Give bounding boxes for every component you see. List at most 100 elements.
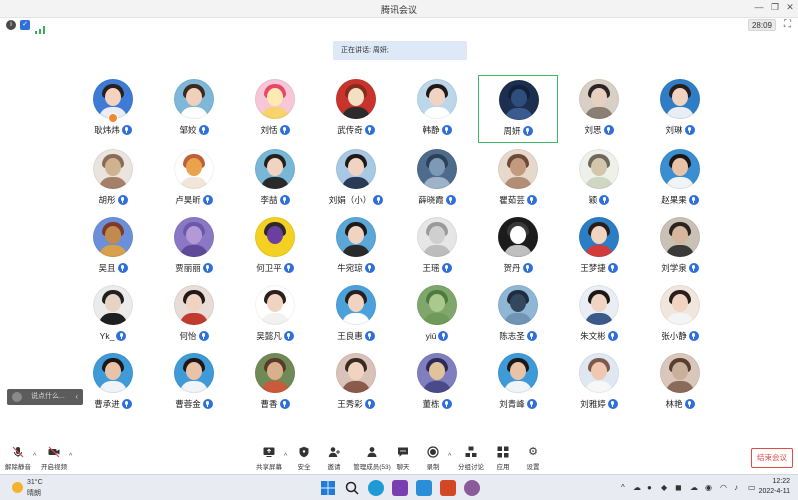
participant-tile[interactable]: 陈志圣 xyxy=(478,281,558,349)
tray-app3-icon[interactable]: ◼ xyxy=(675,483,682,492)
participant-tile[interactable]: 吴且 xyxy=(73,213,153,281)
participant-name-row: 吴懿凡 xyxy=(235,329,315,341)
participant-tile[interactable]: 贺丹 xyxy=(478,213,558,281)
tray-mic-icon[interactable]: ● xyxy=(647,483,652,492)
participant-tile[interactable]: 薛晓霞 xyxy=(397,145,477,213)
participant-name-row: 陈志圣 xyxy=(478,329,558,341)
microphone-icon xyxy=(117,194,128,205)
tencent-meeting-icon[interactable] xyxy=(416,480,432,496)
participant-name-row: 吴且 xyxy=(73,261,153,273)
participant-name: 吴懿凡 xyxy=(256,330,282,341)
participant-tile[interactable]: 曹承进 xyxy=(73,349,153,417)
chat-icon xyxy=(397,446,409,458)
participant-tile[interactable]: 何卫平 xyxy=(235,213,315,281)
participant-tile[interactable]: 牛宛琼 xyxy=(316,213,396,281)
chat-input[interactable]: 说点什么... ‹ xyxy=(7,389,83,405)
tray-app4-icon[interactable]: ☁ xyxy=(690,483,698,492)
avatar xyxy=(174,285,214,325)
participant-tile[interactable]: 韩静 xyxy=(397,75,477,143)
windows-start-icon[interactable] xyxy=(320,480,336,496)
participant-tile[interactable]: 刘学泉 xyxy=(640,213,720,281)
participant-tile[interactable]: 颖 xyxy=(559,145,639,213)
participant-tile[interactable]: 朱文彬 xyxy=(559,281,639,349)
participant-name-row: 周妍 xyxy=(479,124,557,136)
participant-tile[interactable]: 王瑶 xyxy=(397,213,477,281)
participant-tile[interactable]: 刘雅婷 xyxy=(559,349,639,417)
video-button[interactable]: 开启视频 xyxy=(32,446,76,474)
tray-app-icon[interactable]: ☁ xyxy=(633,483,641,492)
participant-tile[interactable]: 曹香 xyxy=(235,349,315,417)
participant-tile[interactable]: 周妍 xyxy=(478,75,558,143)
avatar xyxy=(174,79,214,119)
battery-icon[interactable]: ▭ xyxy=(748,483,756,492)
participant-name: 王瑶 xyxy=(422,262,440,273)
participant-name: 张小静 xyxy=(661,330,687,341)
microphone-icon xyxy=(688,262,699,273)
avatar-ring xyxy=(660,217,700,257)
search-icon[interactable] xyxy=(344,480,360,496)
participant-name-row: 何卫平 xyxy=(235,261,315,273)
microphone-icon xyxy=(607,330,618,341)
participant-name-row: 王梦捷 xyxy=(559,261,639,273)
avatar-ring xyxy=(660,353,700,393)
participant-tile[interactable]: 邹姣 xyxy=(154,75,234,143)
participant-tile[interactable]: 林艳 xyxy=(640,349,720,417)
participant-tile[interactable]: 耿炜炜 xyxy=(73,75,153,143)
avatar xyxy=(174,353,214,393)
participant-tile[interactable]: 刘恬 xyxy=(235,75,315,143)
tray-app5-icon[interactable]: ◉ xyxy=(705,483,712,492)
avatar-ring xyxy=(174,353,214,393)
collapse-chevron-icon[interactable]: ‹ xyxy=(75,389,78,405)
participant-tile[interactable]: 刘琳 xyxy=(640,75,720,143)
participant-tile[interactable]: 赵果果 xyxy=(640,145,720,213)
participant-name-row: 刘娟（小） xyxy=(316,193,396,205)
avatar-ring xyxy=(93,217,133,257)
participant-tile[interactable]: 王梦捷 xyxy=(559,213,639,281)
participant-tile[interactable]: 刘青峰 xyxy=(478,349,558,417)
participant-tile[interactable]: 张小静 xyxy=(640,281,720,349)
participant-tile[interactable]: 瞿茹芸 xyxy=(478,145,558,213)
user-app-icon[interactable] xyxy=(464,480,480,496)
participant-tile[interactable]: 何怡 xyxy=(154,281,234,349)
participant-tile[interactable]: 刘娟（小） xyxy=(316,145,396,213)
avatar-ring xyxy=(174,217,214,257)
video-options-caret-icon[interactable]: ^ xyxy=(69,453,72,460)
participant-name: 陈志圣 xyxy=(499,330,525,341)
settings-button[interactable]: ⚙ 设置 xyxy=(511,446,555,474)
end-meeting-button[interactable]: 结束会议 xyxy=(751,448,793,468)
microphone-icon xyxy=(198,330,209,341)
participant-tile[interactable]: 董栋 xyxy=(397,349,477,417)
edge-browser-icon[interactable] xyxy=(368,480,384,496)
avatar xyxy=(417,353,457,393)
volume-icon[interactable]: ♪ xyxy=(734,483,738,492)
participant-name-row: 刘恬 xyxy=(235,123,315,135)
participant-name: 刘思 xyxy=(584,124,602,135)
participant-name: 刘青峰 xyxy=(499,398,525,409)
participant-tile[interactable]: 卢昊昕 xyxy=(154,145,234,213)
wifi-icon[interactable]: ◠ xyxy=(720,483,727,492)
tray-app2-icon[interactable]: ◆ xyxy=(661,483,667,492)
onenote-icon[interactable] xyxy=(392,480,408,496)
participant-tile[interactable]: 武传奇 xyxy=(316,75,396,143)
participant-tile[interactable]: 曹蓉金 xyxy=(154,349,234,417)
participant-name-row: 赵果果 xyxy=(640,193,720,205)
participant-tile[interactable]: Yk_ xyxy=(73,281,153,349)
participant-tile[interactable]: 贾丽丽 xyxy=(154,213,234,281)
participant-tile[interactable]: 李喆 xyxy=(235,145,315,213)
participant-name: 贾丽丽 xyxy=(175,262,201,273)
participant-name: 邹姣 xyxy=(179,124,197,135)
powerpoint-icon[interactable] xyxy=(440,480,456,496)
participant-tile[interactable]: 胡彤 xyxy=(73,145,153,213)
microphone-icon xyxy=(364,262,375,273)
participant-tile[interactable]: yiū xyxy=(397,281,477,349)
avatar xyxy=(499,80,539,120)
tray-chevron-icon[interactable]: ^ xyxy=(621,483,625,492)
participant-tile[interactable]: 王秀彩 xyxy=(316,349,396,417)
sun-icon[interactable] xyxy=(12,482,23,493)
participant-tile[interactable]: 王良惠 xyxy=(316,281,396,349)
participant-tile[interactable]: 刘思 xyxy=(559,75,639,143)
microphone-icon xyxy=(684,124,695,135)
participant-tile[interactable]: 吴懿凡 xyxy=(235,281,315,349)
microphone-icon xyxy=(364,398,375,409)
breakout-rooms-icon xyxy=(465,446,477,458)
